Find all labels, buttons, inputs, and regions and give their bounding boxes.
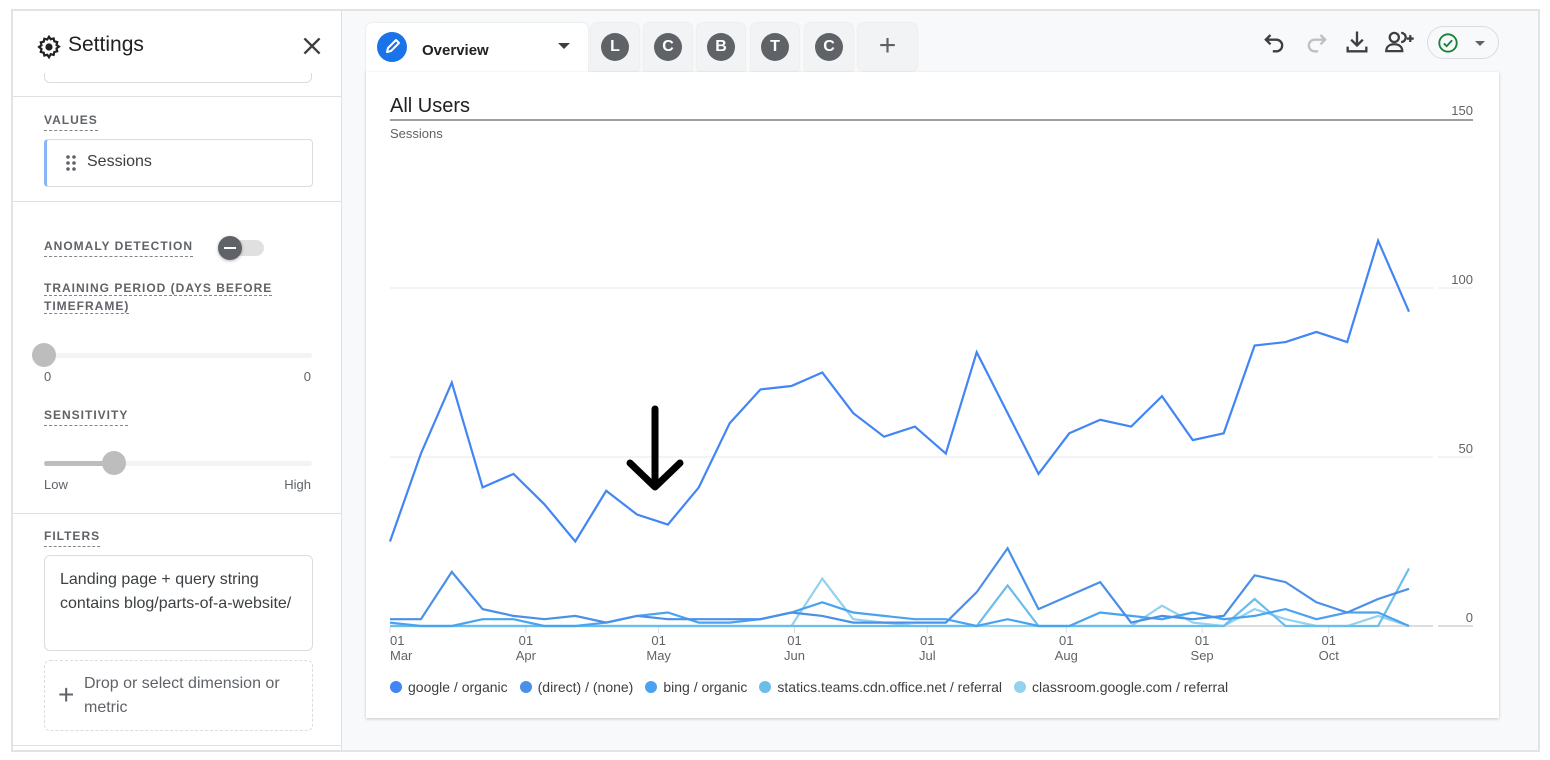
x-tick-day: 01 (920, 633, 934, 648)
x-tick-day: 01 (519, 633, 533, 648)
legend-item[interactable]: bing / organic (645, 679, 747, 695)
tab-avatar: L (601, 33, 629, 61)
legend-label: google / organic (408, 679, 508, 695)
line-chart: 05010015001Mar01Apr01May01Jun01Jul01Aug0… (388, 103, 1473, 663)
divider (13, 513, 341, 514)
sensitivity-min: Low (44, 477, 68, 492)
x-tick-month: Mar (390, 648, 413, 663)
download-icon[interactable] (1343, 28, 1371, 56)
add-tab-button[interactable]: + (858, 23, 917, 71)
tab-avatar: C (654, 33, 682, 61)
divider (13, 201, 341, 202)
filters-label: FILTERS (44, 527, 101, 547)
collapsed-field (44, 73, 312, 83)
legend-item[interactable]: statics.teams.cdn.office.net / referral (759, 679, 1002, 695)
settings-header: Settings (13, 11, 341, 83)
y-tick-label: 0 (1466, 610, 1473, 625)
settings-title: Settings (68, 33, 144, 56)
drag-handle-icon[interactable] (66, 155, 76, 171)
x-tick-month: Aug (1055, 648, 1078, 663)
legend-item[interactable]: classroom.google.com / referral (1014, 679, 1228, 695)
x-tick-month: May (646, 648, 671, 663)
settings-panel: Settings VALUES Sessions ANOMALY DETECTI… (13, 11, 342, 750)
y-tick-label: 150 (1451, 103, 1473, 118)
tab-avatar: T (761, 33, 789, 61)
legend-item[interactable]: google / organic (390, 679, 508, 695)
x-tick-month: Sep (1191, 648, 1214, 663)
x-tick-month: Jul (919, 648, 936, 663)
sensitivity-slider[interactable] (44, 451, 312, 475)
legend-dot (519, 681, 532, 693)
y-tick-label: 50 (1459, 441, 1473, 456)
legend-label: statics.teams.cdn.office.net / referral (777, 679, 1003, 695)
chevron-down-icon[interactable] (558, 43, 570, 49)
x-tick-month: Apr (516, 648, 537, 663)
plus-icon: + (58, 679, 75, 710)
sensitivity-max: High (284, 477, 311, 492)
add-filter-dropzone[interactable]: + Drop or select dimension or metric (44, 660, 313, 731)
x-tick-month: Oct (1319, 648, 1340, 663)
filter-chip[interactable]: Landing page + query string contains blo… (44, 555, 313, 651)
legend-label: classroom.google.com / referral (1032, 679, 1229, 695)
tab-overview-label: Overview (422, 42, 489, 59)
x-tick-day: 01 (1059, 633, 1073, 648)
divider (13, 745, 341, 746)
x-tick-day: 01 (390, 633, 404, 648)
values-chip-label: Sessions (87, 153, 152, 170)
legend-dot (645, 681, 658, 693)
redo-icon[interactable] (1303, 28, 1331, 56)
chevron-down-icon (1475, 41, 1485, 46)
tab-c-2[interactable]: C (805, 23, 853, 71)
training-period-slider[interactable] (32, 343, 312, 367)
toggle-knob (218, 236, 242, 260)
training-min: 0 (44, 369, 52, 384)
x-tick-month: Jun (784, 648, 805, 663)
check-circle-icon (1438, 33, 1458, 53)
legend-dot (759, 681, 772, 693)
status-dropdown[interactable] (1427, 26, 1499, 59)
values-label: VALUES (44, 111, 98, 131)
undo-icon[interactable] (1260, 28, 1288, 56)
x-tick-day: 01 (1321, 633, 1335, 648)
values-chip-sessions[interactable]: Sessions (44, 139, 313, 187)
x-tick-day: 01 (1195, 633, 1209, 648)
x-tick-day: 01 (651, 633, 665, 648)
close-icon[interactable] (299, 33, 325, 59)
arrow-down-icon (626, 405, 684, 491)
tab-c[interactable]: C (644, 23, 692, 71)
tab-avatar: B (707, 33, 735, 61)
legend-item[interactable]: (direct) / (none) (519, 679, 634, 695)
tab-overview[interactable]: Overview (366, 23, 588, 75)
tab-t[interactable]: T (751, 23, 799, 71)
pencil-icon (377, 32, 407, 62)
slider-rail (44, 353, 312, 358)
training-max: 0 (303, 369, 311, 384)
anomaly-detection-toggle[interactable] (218, 236, 264, 260)
anomaly-detection-label: ANOMALY DETECTION (44, 237, 194, 257)
legend-dot (390, 681, 402, 693)
training-period-label: TRAINING PERIOD (DAYS BEFORE TIMEFRAME) (44, 279, 274, 316)
gear-icon (37, 34, 61, 60)
tab-avatar: C (815, 33, 843, 61)
legend-label: (direct) / (none) (537, 679, 634, 695)
training-period-text: TRAINING PERIOD (DAYS BEFORE TIMEFRAME) (44, 281, 273, 314)
legend-dot (1014, 681, 1027, 693)
legend-label: bing / organic (663, 679, 748, 695)
slider-thumb[interactable] (32, 343, 56, 367)
sensitivity-label: SENSITIVITY (44, 406, 129, 426)
tab-l[interactable]: L (591, 23, 639, 71)
tab-b[interactable]: B (697, 23, 745, 71)
dropzone-text: Drop or select dimension or metric (84, 675, 280, 716)
series-line--direct-none- (390, 546, 1410, 624)
x-tick-day: 01 (787, 633, 801, 648)
chart-legend: google / organic (direct) / (none) bing / … (390, 679, 1228, 695)
y-tick-label: 100 (1451, 272, 1473, 287)
divider (13, 96, 341, 97)
add-person-icon[interactable] (1384, 28, 1416, 56)
series-line-google-organic (388, 237, 1411, 544)
slider-thumb[interactable] (101, 451, 126, 475)
